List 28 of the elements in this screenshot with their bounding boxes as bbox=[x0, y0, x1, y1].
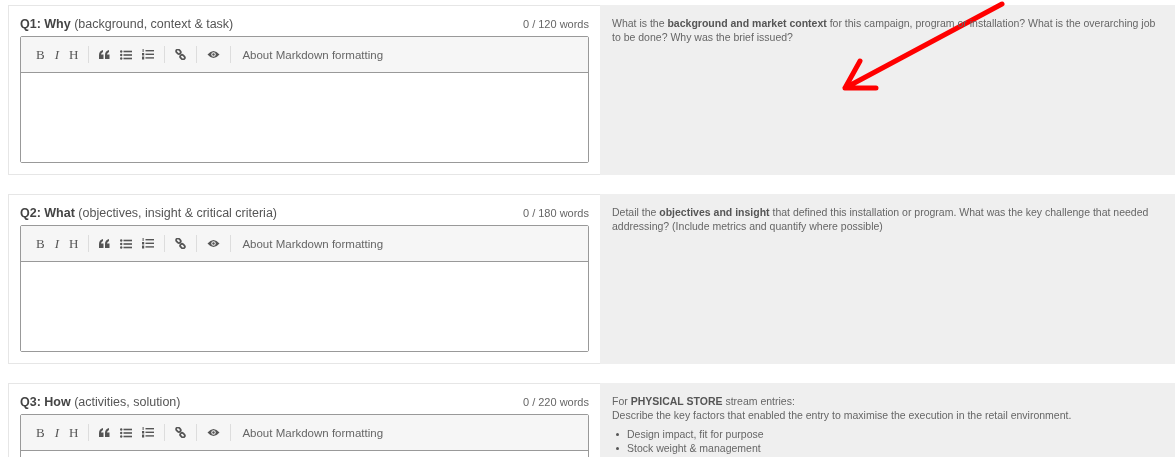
format-button[interactable]: H bbox=[64, 43, 84, 66]
markdown-editor[interactable]: B I H About Markdown formatting bbox=[20, 225, 589, 352]
format-button[interactable]: I bbox=[49, 421, 64, 444]
markdown-editor[interactable]: B I H About Markdown formatting bbox=[20, 414, 589, 457]
bullet-text: Design impact, fit for purpose bbox=[627, 427, 764, 441]
markdown-help-link[interactable]: About Markdown formatting bbox=[242, 426, 384, 439]
markdown-editor[interactable]: B I H About Markdown formatting bbox=[20, 36, 589, 163]
bullet-icon bbox=[616, 446, 619, 450]
hint-text: For PHYSICAL STORE stream entries: bbox=[612, 394, 796, 408]
format-button[interactable]: B bbox=[31, 421, 50, 444]
format-button[interactable]: B bbox=[31, 43, 50, 66]
question-title: Q1: Why (background, context & task) bbox=[20, 17, 234, 31]
hint-text: Describe the key factors that enabled the entry to maximise the execution in the retail environment. bbox=[612, 408, 1073, 422]
format-button[interactable]: H bbox=[64, 232, 84, 255]
question-title: Q3: How (activities, solution) bbox=[20, 395, 181, 409]
bullet-text: Stock weight & management bbox=[627, 441, 761, 455]
bullet-icon bbox=[616, 432, 619, 436]
format-button[interactable]: I bbox=[49, 232, 64, 255]
markdown-help-link[interactable]: About Markdown formatting bbox=[242, 48, 384, 61]
question-title: Q2: What (objectives, insight & critical criteria) bbox=[20, 206, 277, 220]
markdown-help-link[interactable]: About Markdown formatting bbox=[242, 237, 384, 250]
word-count: 0 / 220 words bbox=[522, 396, 589, 408]
word-count: 0 / 180 words bbox=[522, 207, 589, 219]
format-button[interactable]: I bbox=[49, 43, 64, 66]
format-button[interactable]: B bbox=[31, 232, 50, 255]
format-button[interactable]: H bbox=[64, 421, 84, 444]
word-count: 0 / 120 words bbox=[522, 18, 589, 30]
hint-text: Detail the objectives and insight that defined this installation or program. What was the key challenge that needed addressing? (Include metrics and quantify where possible) bbox=[612, 205, 1150, 233]
